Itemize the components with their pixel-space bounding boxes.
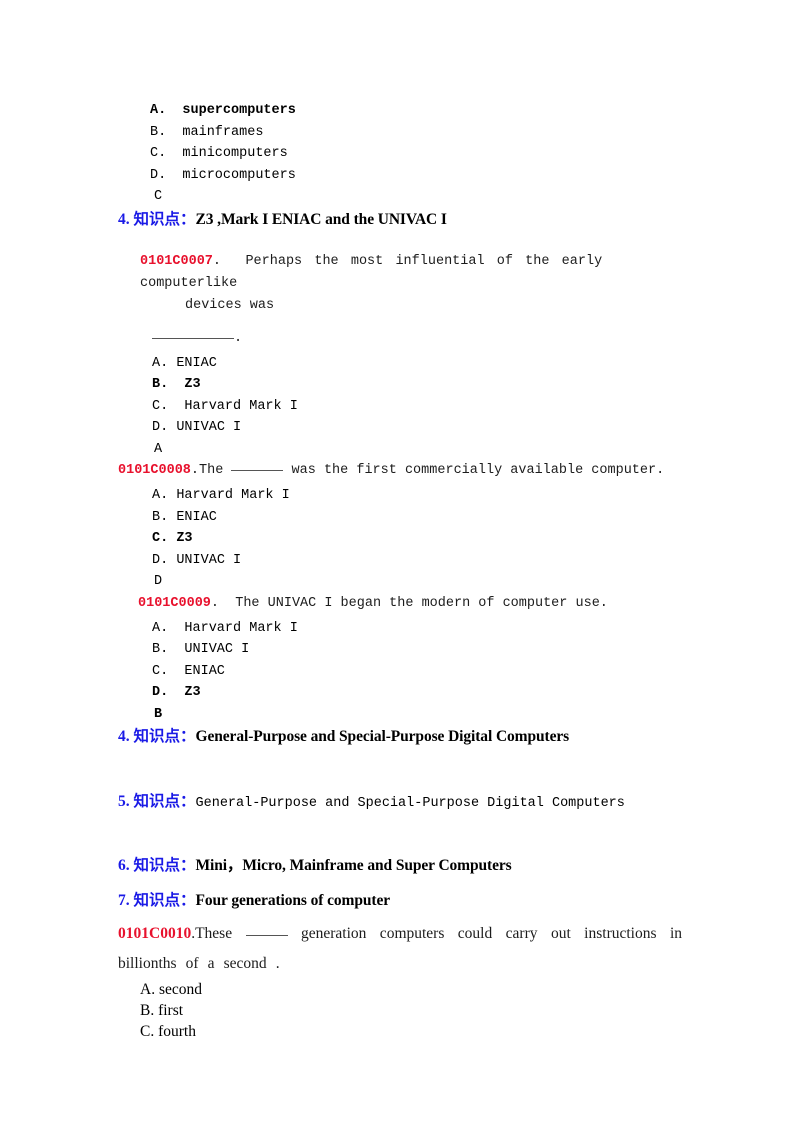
question-blank-line: . — [0, 328, 800, 350]
list-item: D. Z3 — [152, 685, 201, 700]
section-title: Mini，Micro, Mainframe and Super Computer… — [195, 857, 512, 874]
question-0101C0009: 0101C0009. The UNIVAC I began the modern… — [0, 593, 800, 726]
option-list: A. second B. first C. fourth — [0, 979, 800, 1042]
section-label: 知识点： — [133, 728, 196, 745]
question-stem: 0101C0010.These generation computers cou… — [118, 925, 682, 972]
fill-in-blank — [231, 470, 284, 471]
top-option-list: A. supercomputers B. mainframes C. minic… — [0, 100, 800, 208]
document-page: A. supercomputers B. mainframes C. minic… — [0, 0, 800, 1132]
answer-letter: D — [154, 574, 163, 589]
list-item: D. microcomputers — [150, 167, 296, 183]
question-stem-cont: devices was — [185, 297, 275, 313]
list-item: A. second — [140, 981, 202, 998]
top-margin — [0, 0, 800, 100]
list-item: B. first — [140, 1002, 184, 1019]
list-item: B. UNIVAC I — [152, 642, 250, 657]
list-item: B. mainframes — [150, 124, 264, 140]
question-id: 0101C0008 — [118, 463, 191, 478]
fill-in-blank — [152, 337, 234, 339]
option-list: A. Harvard Mark I B. UNIVAC I C. ENIAC D… — [0, 618, 800, 726]
question-0101C0010: 0101C0010.These generation computers cou… — [0, 919, 800, 1042]
section-heading-1: 4. 知识点：Z3 ,Mark I ENIAC and the UNIVAC I — [0, 209, 800, 230]
question-id-suffix: . — [190, 463, 200, 478]
section-title: Z3 ,Mark I ENIAC and the UNIVAC I — [195, 210, 447, 228]
list-item: C. ENIAC — [152, 663, 225, 679]
list-item: B. ENIAC — [152, 509, 217, 525]
section-heading-3: 5. 知识点：General-Purpose and Special-Purpo… — [0, 791, 800, 814]
section-heading-5: 7. 知识点：Four generations of computer — [0, 890, 800, 911]
list-item: C. fourth — [140, 1023, 196, 1040]
section-number: 6. — [118, 857, 130, 874]
list-item: A. Harvard Mark I — [152, 488, 290, 503]
question-id: 0101C0010 — [118, 925, 192, 942]
section-title: General-Purpose and Special-Purpose Digi… — [195, 796, 625, 811]
list-item: A. ENIAC — [152, 355, 217, 371]
section-label: 知识点： — [133, 210, 196, 228]
section-label: 知识点： — [133, 892, 196, 909]
section-label: 知识点： — [133, 857, 196, 874]
question-id: 0101C0007 — [140, 253, 213, 269]
list-item: C. Harvard Mark I — [152, 398, 298, 414]
list-item: A. supercomputers — [150, 103, 296, 118]
question-id: 0101C0009 — [138, 595, 211, 611]
option-list: A. ENIAC B. Z3 C. Harvard Mark I D. UNIV… — [0, 353, 800, 461]
section-number: 4. — [118, 210, 130, 228]
question-stem: 0101C0009. The UNIVAC I began the modern… — [138, 595, 608, 611]
fill-in-blank — [245, 935, 288, 936]
list-item: C. Z3 — [152, 531, 193, 546]
section-heading-2: 4. 知识点：General-Purpose and Special-Purpo… — [0, 726, 800, 747]
question-0101C0008: 0101C0008.The was the first commercially… — [0, 460, 800, 593]
page-content: A. supercomputers B. mainframes C. minic… — [0, 0, 800, 1042]
section-number: 4. — [118, 728, 130, 745]
question-stem: 0101C0008.The was the first commercially… — [118, 463, 665, 478]
answer-letter: B — [154, 706, 163, 722]
section-number: 7. — [118, 892, 130, 909]
section-title: General-Purpose and Special-Purpose Digi… — [195, 728, 570, 745]
list-item: C. minicomputers — [150, 146, 288, 161]
answer-letter: A — [154, 441, 163, 457]
section-number: 5. — [118, 793, 130, 810]
list-item: A. Harvard Mark I — [152, 620, 298, 636]
question-0101C0007: 0101C0007. Perhaps the most influential … — [0, 251, 800, 461]
question-id-suffix: . — [210, 595, 220, 611]
list-item: D. UNIVAC I — [152, 420, 242, 435]
section-heading-4: 6. 知识点：Mini，Micro, Mainframe and Super C… — [0, 855, 800, 876]
question-id-suffix: . — [212, 253, 222, 269]
section-title: Four generations of computer — [195, 892, 391, 909]
section-label: 知识点： — [133, 793, 196, 810]
list-item: D. UNIVAC I — [152, 552, 242, 568]
answer-letter: C — [154, 189, 163, 204]
question-stem: 0101C0007. Perhaps the most influential … — [0, 251, 800, 295]
option-list: A. Harvard Mark I B. ENIAC C. Z3 D. UNIV… — [0, 485, 800, 593]
list-item: B. Z3 — [152, 377, 201, 392]
